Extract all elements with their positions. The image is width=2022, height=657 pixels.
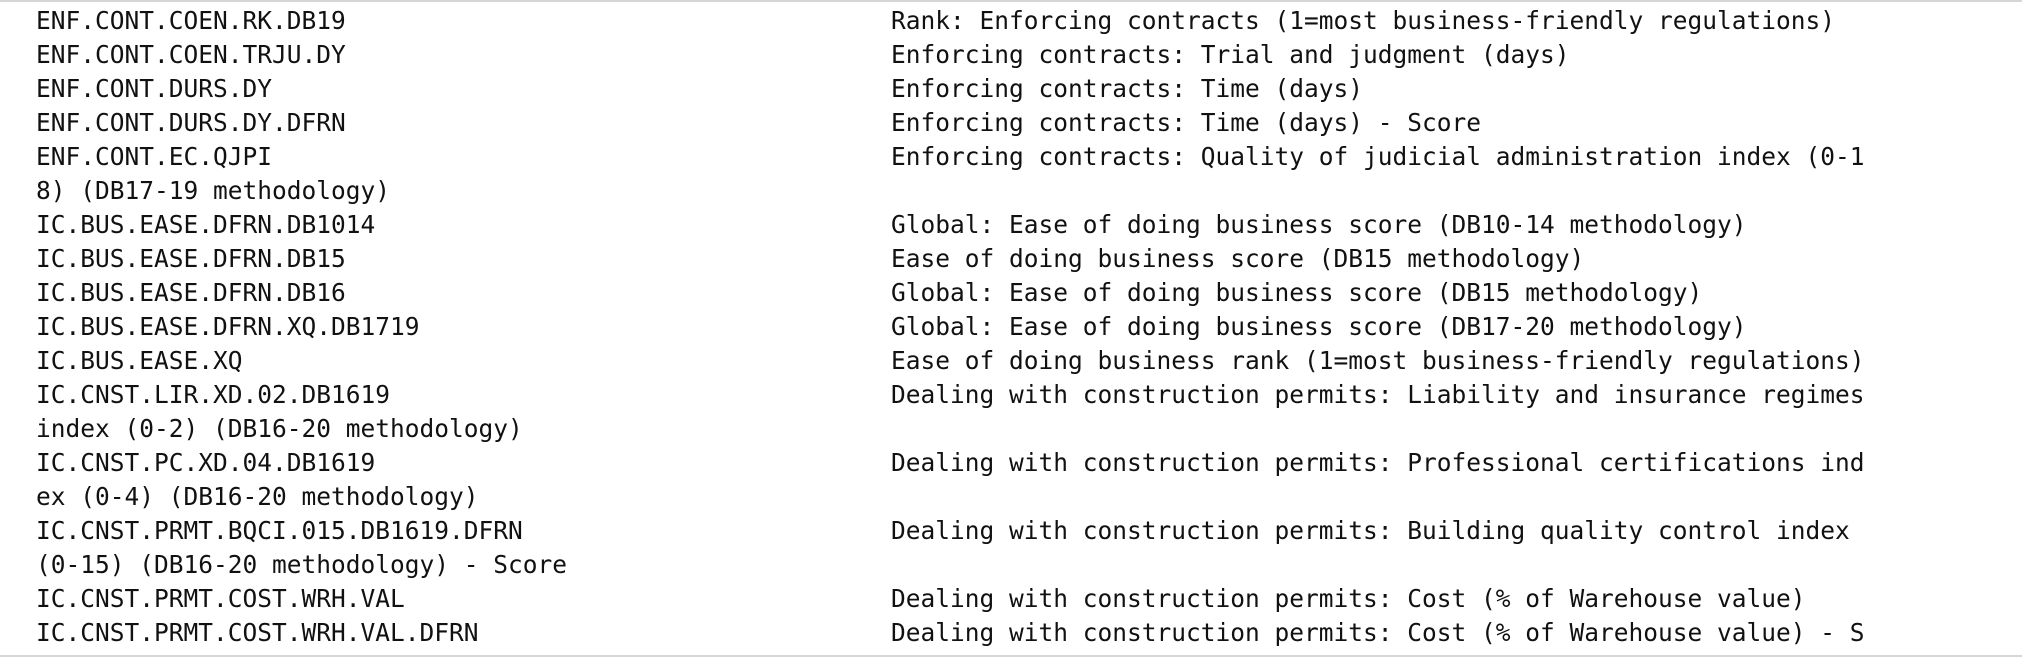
indicator-code: IC.BUS.EASE.DFRN.XQ.DB1719 (36, 312, 420, 341)
indicator-code: IC.CNST.PRMT.COST.WRH.VAL (36, 584, 405, 613)
indicator-description: Enforcing contracts: Quality of judicial… (891, 142, 1865, 171)
indicator-description: Global: Ease of doing business score (DB… (891, 278, 1703, 307)
wrapped-text: ex (0-4) (DB16-20 methodology) (36, 482, 479, 511)
indicator-description: Global: Ease of doing business score (DB… (891, 210, 1747, 239)
indicator-description: Enforcing contracts: Time (days) - Score (891, 108, 1482, 137)
wrapped-line: ex (0-4) (DB16-20 methodology) (36, 480, 2022, 514)
output-line: ENF.CONT.COEN.TRJU.DY Enforcing contract… (36, 38, 2022, 72)
indicator-code: IC.BUS.EASE.DFRN.DB15 (36, 244, 346, 273)
output-line: IC.CNST.LIR.XD.02.DB1619 Dealing with co… (36, 378, 2022, 412)
output-line: IC.BUS.EASE.DFRN.DB1014 Global: Ease of … (36, 208, 2022, 242)
indicator-code: ENF.CONT.DURS.DY.DFRN (36, 108, 346, 137)
indicator-code: IC.CNST.PRMT.COST.WRH.VAL.DFRN (36, 618, 479, 647)
output-line: ENF.CONT.DURS.DY Enforcing contracts: Ti… (36, 72, 2022, 106)
indicator-code: ENF.CONT.COEN.TRJU.DY (36, 40, 346, 69)
indicator-code: ENF.CONT.COEN.RK.DB19 (36, 6, 346, 35)
indicator-code: IC.BUS.EASE.DFRN.DB16 (36, 278, 346, 307)
indicator-description: Global: Ease of doing business score (DB… (891, 312, 1747, 341)
output-line: IC.BUS.EASE.XQ Ease of doing business ra… (36, 344, 2022, 378)
indicator-description: Ease of doing business score (DB15 metho… (891, 244, 1585, 273)
output-line: ENF.CONT.DURS.DY.DFRN Enforcing contract… (36, 106, 2022, 140)
indicator-description: Enforcing contracts: Trial and judgment … (891, 40, 1570, 69)
output-line: ENF.CONT.EC.QJPI Enforcing contracts: Qu… (36, 140, 2022, 174)
indicator-description: Dealing with construction permits: Liabi… (891, 380, 1865, 409)
output-line: IC.CNST.PRMT.COST.WRH.VAL Dealing with c… (36, 582, 2022, 616)
output-line: IC.CNST.PC.XD.04.DB1619 Dealing with con… (36, 446, 2022, 480)
indicator-description: Dealing with construction permits: Build… (891, 516, 1850, 545)
terminal-output[interactable]: ENF.CONT.COEN.RK.DB19 Rank: Enforcing co… (0, 0, 2022, 657)
indicator-code: IC.CNST.PC.XD.04.DB1619 (36, 448, 376, 477)
output-line: IC.CNST.PRMT.BQCI.015.DB1619.DFRN Dealin… (36, 514, 2022, 548)
indicator-description: Dealing with construction permits: Cost … (891, 584, 1806, 613)
indicator-description: Dealing with construction permits: Cost … (891, 618, 1865, 647)
indicator-description: Enforcing contracts: Time (days) (891, 74, 1364, 103)
indicator-description: Ease of doing business rank (1=most busi… (891, 346, 1865, 375)
output-line: ENF.CONT.COEN.RK.DB19 Rank: Enforcing co… (36, 4, 2022, 38)
indicator-code: IC.BUS.EASE.DFRN.DB1014 (36, 210, 376, 239)
indicator-code: ENF.CONT.DURS.DY (36, 74, 273, 103)
wrapped-text: (0-15) (DB16-20 methodology) - Score (36, 550, 568, 579)
wrapped-text: index (0-2) (DB16-20 methodology) (36, 414, 523, 443)
indicator-code: IC.CNST.PRMT.BQCI.015.DB1619.DFRN (36, 516, 523, 545)
output-line: IC.BUS.EASE.DFRN.DB15 Ease of doing busi… (36, 242, 2022, 276)
wrapped-line: 8) (DB17-19 methodology) (36, 174, 2022, 208)
output-line: IC.BUS.EASE.DFRN.XQ.DB1719 Global: Ease … (36, 310, 2022, 344)
output-lines: ENF.CONT.COEN.RK.DB19 Rank: Enforcing co… (36, 4, 2022, 650)
indicator-description: Dealing with construction permits: Profe… (891, 448, 1865, 477)
wrapped-line: index (0-2) (DB16-20 methodology) (36, 412, 2022, 446)
wrapped-text: 8) (DB17-19 methodology) (36, 176, 391, 205)
indicator-description: Rank: Enforcing contracts (1=most busine… (891, 6, 1836, 35)
indicator-code: IC.BUS.EASE.XQ (36, 346, 243, 375)
wrapped-line: (0-15) (DB16-20 methodology) - Score (36, 548, 2022, 582)
output-line: IC.CNST.PRMT.COST.WRH.VAL.DFRN Dealing w… (36, 616, 2022, 650)
indicator-code: ENF.CONT.EC.QJPI (36, 142, 273, 171)
output-line: IC.BUS.EASE.DFRN.DB16 Global: Ease of do… (36, 276, 2022, 310)
indicator-code: IC.CNST.LIR.XD.02.DB1619 (36, 380, 391, 409)
